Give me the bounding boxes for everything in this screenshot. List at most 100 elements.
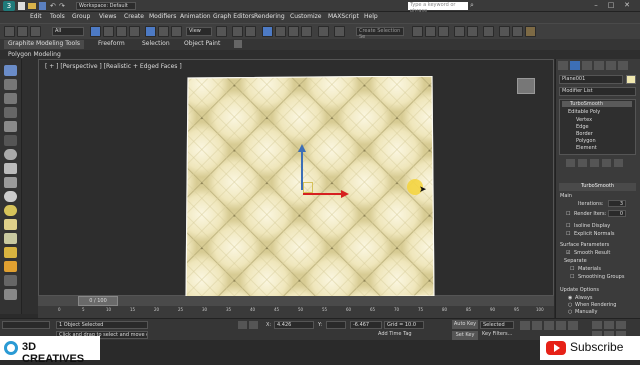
- menu-animation[interactable]: Animation: [180, 13, 211, 20]
- open-file-icon[interactable]: [28, 3, 36, 9]
- menu-modifiers[interactable]: Modifiers: [149, 13, 176, 20]
- subscribe-label[interactable]: Subscribe: [570, 340, 623, 354]
- pin-stack-icon[interactable]: [566, 159, 575, 167]
- turbosmooth-rollout-header[interactable]: TurboSmooth: [559, 183, 636, 191]
- render-iters-spinner[interactable]: 0: [608, 210, 626, 217]
- display-tab-icon[interactable]: [606, 61, 616, 70]
- render-setup-icon[interactable]: [499, 26, 510, 37]
- configure-sets-icon[interactable]: [614, 159, 623, 167]
- set-key-button[interactable]: Set Key: [452, 331, 478, 340]
- viewport-label[interactable]: [ + ] [Perspective ] [Realistic + Edged …: [45, 63, 182, 70]
- left-scroll-strip[interactable]: [22, 59, 38, 314]
- time-slider[interactable]: 0 / 100: [38, 296, 554, 306]
- stack-item-polygon[interactable]: Polygon: [576, 138, 596, 144]
- zoom-icon[interactable]: [592, 321, 602, 329]
- paint-tool-icon[interactable]: [4, 177, 17, 188]
- tab-object-paint[interactable]: Object Paint: [180, 40, 224, 49]
- ribbon-options-icon[interactable]: [234, 40, 242, 48]
- motion-tab-icon[interactable]: [594, 61, 604, 70]
- tab-selection[interactable]: Selection: [138, 40, 174, 49]
- move-icon[interactable]: [145, 26, 156, 37]
- viewcube-icon[interactable]: [517, 78, 535, 94]
- window-crossing-icon[interactable]: [129, 26, 140, 37]
- menu-rendering[interactable]: Rendering: [254, 13, 285, 20]
- spinner-snap-icon[interactable]: [301, 26, 312, 37]
- zoom-all-icon[interactable]: [604, 321, 614, 329]
- mirror-icon[interactable]: [334, 26, 345, 37]
- weld-tool-icon[interactable]: [4, 275, 17, 286]
- key-mode-dropdown[interactable]: Selected: [480, 321, 514, 329]
- pan-icon[interactable]: [616, 321, 626, 329]
- target-weld-tool-icon[interactable]: [4, 289, 17, 300]
- stack-item-vertex[interactable]: Vertex: [576, 117, 592, 123]
- menu-graph-editors[interactable]: Graph Editors: [213, 13, 254, 20]
- remove-modifier-icon[interactable]: [602, 159, 611, 167]
- undo-toolbar-icon[interactable]: [4, 26, 15, 37]
- close-button[interactable]: ✕: [620, 1, 634, 10]
- undo-icon[interactable]: ↶: [50, 2, 56, 10]
- always-radio[interactable]: ◉: [568, 295, 572, 301]
- utilities-tab-icon[interactable]: [618, 61, 628, 70]
- next-frame-icon[interactable]: [556, 321, 566, 330]
- workspace-dropdown[interactable]: Workspace: Default: [76, 2, 136, 10]
- select-manipulate-icon[interactable]: [232, 26, 243, 37]
- gizmo-x-axis-icon[interactable]: [303, 193, 341, 195]
- redo-toolbar-icon[interactable]: [17, 26, 28, 37]
- track-bar[interactable]: 0 5 10 15 20 25 30 35 40 45 50 55 60 65 …: [38, 306, 554, 318]
- shell-tool-icon[interactable]: [4, 191, 17, 202]
- loop-tool-icon[interactable]: [4, 205, 17, 216]
- minimize-button[interactable]: –: [590, 1, 602, 10]
- time-slider-thumb[interactable]: 0 / 100: [78, 296, 118, 306]
- maximize-button[interactable]: □: [605, 1, 617, 10]
- ring-tool-icon[interactable]: [4, 219, 17, 230]
- object-name-field[interactable]: Plane001: [559, 75, 623, 84]
- maxscript-listener-field[interactable]: [2, 321, 50, 329]
- pivot-center-icon[interactable]: [216, 26, 227, 37]
- gizmo-y-arrow-icon[interactable]: [298, 144, 306, 152]
- perspective-viewport[interactable]: [ + ] [Perspective ] [Realistic + Edged …: [38, 59, 554, 298]
- stack-item-border[interactable]: Border: [576, 131, 593, 137]
- materials-checkbox[interactable]: ☐: [570, 266, 574, 272]
- schematic-view-icon[interactable]: [467, 26, 478, 37]
- extrude-tool-icon[interactable]: [4, 247, 17, 258]
- save-file-icon[interactable]: [39, 2, 46, 10]
- rotate-icon[interactable]: [158, 26, 169, 37]
- tab-graphite-modeling-tools[interactable]: Graphite Modeling Tools: [4, 40, 85, 49]
- smoothing-groups-checkbox[interactable]: ☐: [570, 274, 574, 280]
- edit-named-selection-icon[interactable]: [318, 26, 329, 37]
- menu-create[interactable]: Create: [124, 13, 144, 20]
- percent-snap-icon[interactable]: [288, 26, 299, 37]
- subscribe-overlay[interactable]: Subscribe: [540, 336, 640, 360]
- add-time-tag-button[interactable]: Add Time Tag: [378, 331, 418, 340]
- edge-tool-icon[interactable]: [4, 65, 17, 76]
- explicit-normals-checkbox[interactable]: ☐: [566, 231, 570, 237]
- previous-frame-icon[interactable]: [532, 321, 542, 330]
- tab-freeform[interactable]: Freeform: [94, 40, 129, 49]
- app-logo-icon[interactable]: 3: [3, 1, 15, 11]
- link-icon[interactable]: [30, 26, 41, 37]
- selection-filter-dropdown[interactable]: All: [52, 27, 84, 36]
- scale-icon[interactable]: [171, 26, 182, 37]
- graphite-toggle-icon[interactable]: [438, 26, 449, 37]
- render-iters-checkbox[interactable]: ☐: [566, 211, 570, 217]
- absolute-mode-icon[interactable]: [249, 321, 258, 329]
- play-icon[interactable]: [544, 321, 554, 330]
- title-search-input[interactable]: Type a keyword or phrase: [408, 2, 468, 14]
- y-coordinate-field[interactable]: [326, 321, 346, 329]
- menu-tools[interactable]: Tools: [50, 13, 65, 20]
- reference-coord-dropdown[interactable]: View: [186, 27, 212, 36]
- select-by-name-icon[interactable]: [103, 26, 114, 37]
- auto-key-button[interactable]: Auto Key: [452, 320, 478, 329]
- modifier-list-dropdown[interactable]: Modifier List: [559, 87, 636, 96]
- z-coordinate-field[interactable]: -6.467: [350, 321, 382, 329]
- menu-group[interactable]: Group: [72, 13, 90, 20]
- stack-item-editable-poly[interactable]: Editable Poly: [568, 109, 600, 115]
- snaps-toggle-icon[interactable]: [262, 26, 273, 37]
- polygon-tool-icon[interactable]: [4, 93, 17, 104]
- menu-maxscript[interactable]: MAXScript: [328, 13, 359, 20]
- align-icon[interactable]: [412, 26, 423, 37]
- bridge-tool-icon[interactable]: [4, 233, 17, 244]
- make-unique-icon[interactable]: [590, 159, 599, 167]
- ribbon-subtab-polygon-modeling[interactable]: Polygon Modeling: [8, 51, 61, 58]
- shape-tool-icon[interactable]: [4, 121, 17, 132]
